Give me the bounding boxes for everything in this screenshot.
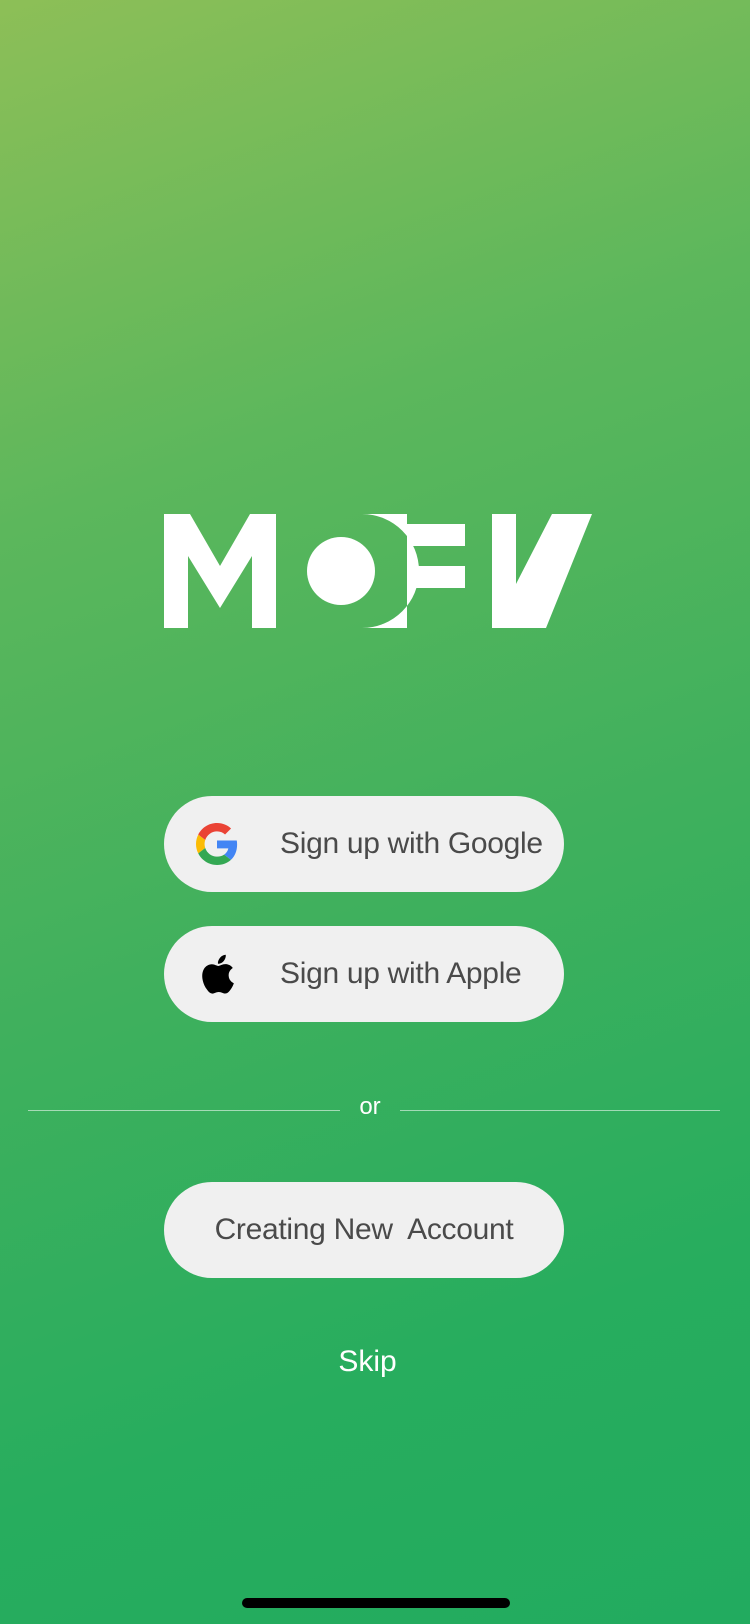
divider-line-left bbox=[28, 1110, 340, 1111]
sign-up-apple-label: Sign up with Apple bbox=[280, 957, 522, 990]
moev-logo bbox=[164, 514, 592, 628]
apple-logo-icon bbox=[202, 954, 234, 994]
sign-up-google-label: Sign up with Google bbox=[280, 827, 543, 860]
divider-line-right bbox=[400, 1110, 720, 1111]
sign-up-apple-button[interactable]: Sign up with Apple bbox=[164, 926, 564, 1022]
onboarding-screen: Sign up with Google Sign up with Apple o… bbox=[0, 0, 750, 1624]
create-account-button[interactable]: Creating New Account bbox=[164, 1182, 564, 1278]
sign-up-google-button[interactable]: Sign up with Google bbox=[164, 796, 564, 892]
divider-or-text: or bbox=[359, 1093, 381, 1120]
skip-link[interactable]: Skip bbox=[300, 1345, 435, 1379]
home-indicator[interactable] bbox=[242, 1598, 510, 1608]
google-g-icon bbox=[196, 823, 238, 865]
create-account-label: Creating New Account bbox=[214, 1213, 514, 1246]
